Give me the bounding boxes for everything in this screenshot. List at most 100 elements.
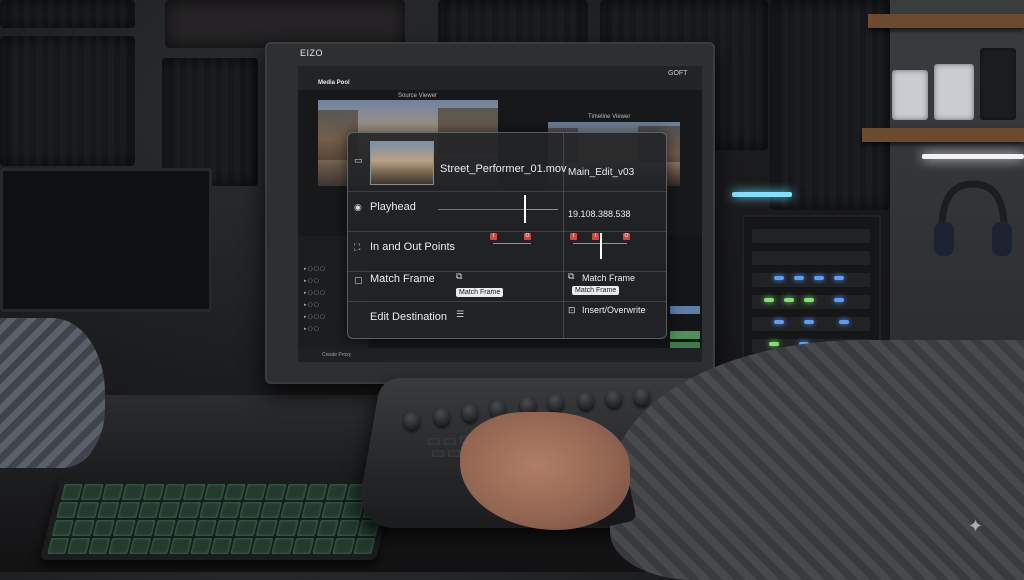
keyboard-key[interactable] — [56, 502, 79, 518]
out-point-marker-timeline[interactable]: O — [623, 233, 630, 240]
acoustic-panel — [0, 36, 135, 166]
keyboard-key[interactable] — [92, 520, 115, 536]
bracket-icon: ⛶ — [354, 242, 361, 252]
keyboard-key[interactable] — [259, 502, 283, 518]
keyboard-key[interactable] — [210, 538, 233, 554]
keyboard-key[interactable] — [178, 502, 201, 518]
keyboard-key[interactable] — [128, 538, 152, 554]
edit-destination-row[interactable]: Edit Destination ☰ ⊡ Insert/Overwrite — [348, 301, 666, 338]
keyboard-key[interactable] — [300, 502, 324, 518]
keyboard-key[interactable] — [251, 538, 274, 554]
keyboard-key[interactable] — [174, 520, 197, 536]
keyboard-key[interactable] — [149, 538, 172, 554]
create-proxy-label[interactable]: Create Proxy — [322, 352, 351, 358]
keyboard-key[interactable] — [117, 502, 140, 518]
keyboard-key[interactable] — [296, 520, 319, 536]
out-point-marker[interactable]: O — [524, 233, 531, 240]
match-frame-tooltip-right: Match Frame — [572, 286, 620, 295]
keyboard-key[interactable] — [275, 520, 299, 536]
app-title[interactable]: Media Pool — [318, 80, 350, 86]
keyboard-key[interactable] — [112, 520, 136, 536]
source-viewer-label: Source Viewer — [398, 93, 437, 99]
keyboard-key[interactable] — [198, 502, 222, 518]
control-knob[interactable] — [404, 412, 420, 430]
keyboard-key[interactable] — [81, 484, 104, 500]
keyboard-key[interactable] — [76, 502, 99, 518]
playhead-track-remaining — [524, 209, 558, 210]
timeline-viewer-label: Timeline Viewer — [588, 114, 631, 120]
in-point-marker-timeline[interactable]: I — [570, 233, 577, 240]
keyboard-key[interactable] — [194, 520, 217, 536]
keyboard-key[interactable] — [219, 502, 242, 518]
play-circle-icon: ◉ — [354, 202, 362, 212]
keyboard-key[interactable] — [67, 538, 91, 554]
keyboard-key[interactable] — [255, 520, 278, 536]
in-point-marker[interactable]: I — [490, 233, 497, 240]
match-frame-icon[interactable]: ⧉ — [456, 271, 462, 282]
keyboard-key[interactable] — [305, 484, 328, 500]
keyboard-key[interactable] — [284, 484, 308, 500]
keyboard-key[interactable] — [352, 538, 376, 554]
keyboard-key[interactable] — [162, 484, 185, 500]
keyboard-key[interactable] — [142, 484, 165, 500]
keyboard-key[interactable] — [239, 502, 262, 518]
keyboard-key[interactable] — [153, 520, 177, 536]
keyboard-key[interactable] — [312, 538, 335, 554]
match-frame-row[interactable]: ▢ Match Frame ⧉ Match Frame ⧉ Match Fram… — [348, 271, 666, 302]
keyboard-key[interactable] — [325, 484, 348, 500]
keyboard-key[interactable] — [60, 484, 84, 500]
clip-row[interactable]: ▭ Street_Performer_01.mov Main_Edit_v03 — [348, 133, 666, 192]
keyboard-key[interactable] — [235, 520, 258, 536]
keyboard-key[interactable] — [264, 484, 287, 500]
keyboard-key[interactable] — [108, 538, 131, 554]
keyboard-key[interactable] — [133, 520, 156, 536]
keyboard-key[interactable] — [121, 484, 145, 500]
keyboard[interactable] — [39, 478, 397, 560]
keyboard-key[interactable] — [341, 502, 364, 518]
keyboard-key[interactable] — [47, 538, 70, 554]
control-button[interactable] — [432, 450, 444, 457]
monitor-brand-logo: EIZO — [300, 48, 324, 58]
playhead-row[interactable]: ◉ Playhead 19.108.388.538 — [348, 191, 666, 232]
keyboard-key[interactable] — [51, 520, 75, 536]
keyboard-key[interactable] — [96, 502, 120, 518]
control-knob[interactable] — [634, 388, 650, 406]
match-frame-tooltip: Match Frame — [456, 288, 504, 297]
keyboard-key[interactable] — [137, 502, 161, 518]
keyboard-key[interactable] — [88, 538, 111, 554]
keyboard-key[interactable] — [244, 484, 267, 500]
keyboard-key[interactable] — [280, 502, 303, 518]
keyboard-key[interactable] — [223, 484, 247, 500]
keyboard-key[interactable] — [203, 484, 226, 500]
keyboard-key[interactable] — [321, 502, 344, 518]
control-knob[interactable] — [434, 408, 450, 426]
keyboard-key[interactable] — [337, 520, 360, 536]
control-button[interactable] — [428, 438, 440, 445]
match-frame-icon[interactable]: ⧉ — [568, 271, 574, 282]
control-knob[interactable] — [606, 390, 622, 408]
insert-overwrite-label[interactable]: Insert/Overwrite — [582, 305, 646, 315]
keyboard-key[interactable] — [169, 538, 192, 554]
clip-name: Street_Performer_01.mov — [440, 163, 567, 175]
control-button[interactable] — [444, 438, 456, 445]
control-knob[interactable] — [578, 392, 594, 410]
control-button[interactable] — [448, 450, 460, 457]
control-knob[interactable] — [462, 404, 478, 422]
keyboard-key[interactable] — [182, 484, 206, 500]
in-out-row[interactable]: ⛶ In and Out Points I O I I O — [348, 231, 666, 272]
keyboard-key[interactable] — [101, 484, 124, 500]
edit-destination-icon[interactable]: ☰ — [456, 309, 464, 320]
keyboard-key[interactable] — [291, 538, 315, 554]
keyboard-key[interactable] — [230, 538, 254, 554]
in-point-marker-timeline-2[interactable]: I — [592, 233, 599, 240]
keyboard-key[interactable] — [189, 538, 213, 554]
control-knob[interactable] — [548, 394, 564, 412]
keyboard-key[interactable] — [332, 538, 355, 554]
keyboard-key[interactable] — [72, 520, 95, 536]
keyboard-key[interactable] — [271, 538, 294, 554]
keyboard-key[interactable] — [214, 520, 238, 536]
keyboard-key[interactable] — [316, 520, 340, 536]
playhead-marker[interactable] — [524, 195, 526, 223]
wall-light-strip — [922, 154, 1024, 159]
keyboard-key[interactable] — [158, 502, 181, 518]
